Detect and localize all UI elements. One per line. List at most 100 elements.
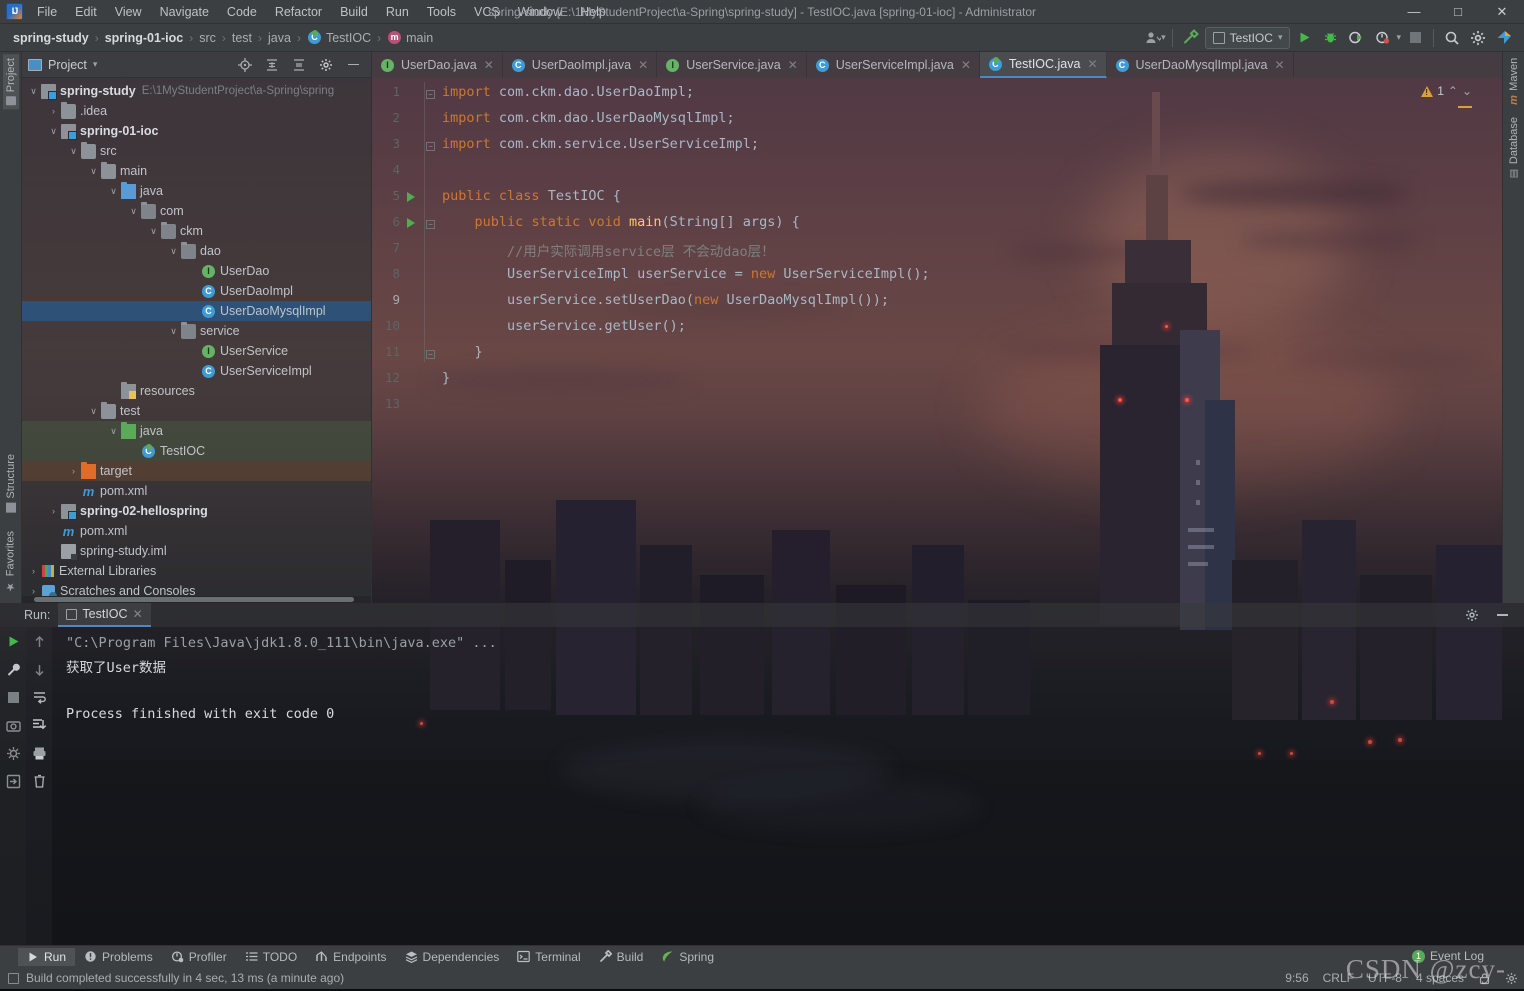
breadcrumb-item-method[interactable]: m main — [382, 29, 438, 47]
run-with-coverage-button[interactable] — [1344, 27, 1368, 49]
tree-node-test[interactable]: ∨ test — [22, 401, 371, 421]
thread-dump-icon[interactable] — [5, 745, 22, 762]
down-arrow-icon[interactable] — [31, 661, 48, 678]
breadcrumb-item-module[interactable]: spring-01-ioc — [100, 29, 189, 47]
code-line[interactable]: //用户实际调用service层 不会动dao层！ — [442, 240, 775, 260]
bottom-tool-window-bar[interactable]: Run Problems Profiler TODO Endpoints Dependen… — [0, 945, 1524, 967]
tree-node-service[interactable]: ∨ service — [22, 321, 371, 341]
tree-node-scratches-and-consoles[interactable]: › Scratches and Consoles — [22, 581, 371, 596]
tree-node-java[interactable]: ∨ java — [22, 421, 371, 441]
caret-position[interactable]: 9:56 — [1285, 971, 1308, 985]
editor-tab-userdao[interactable]: I UserDao.java ✕ — [372, 52, 503, 78]
bottom-tab-endpoints[interactable]: Endpoints — [306, 948, 395, 966]
previous-highlight-icon[interactable]: ⌃ — [1448, 84, 1458, 98]
editor-tab-testioc[interactable]: C TestIOC.java ✕ — [979, 52, 1107, 78]
gear-icon[interactable] — [314, 54, 338, 76]
tool-window-favorites[interactable]: ★ Favorites — [2, 527, 19, 597]
window-controls[interactable]: — □ ✕ — [1392, 0, 1524, 24]
menu-item-build[interactable]: Build — [331, 2, 377, 22]
updates-icon[interactable] — [1492, 27, 1516, 49]
hide-panel-icon[interactable] — [341, 54, 365, 76]
tree-node-userdao[interactable]: I UserDao — [22, 261, 371, 281]
tree-node-com[interactable]: ∨ com — [22, 201, 371, 221]
rerun-icon[interactable] — [5, 633, 22, 650]
close-icon[interactable]: ✕ — [1275, 58, 1285, 72]
settings-gear-icon[interactable] — [1505, 972, 1518, 985]
editor-tab-userdaomysqlimpl[interactable]: C UserDaoMysqlImpl.java ✕ — [1107, 52, 1294, 78]
chevron-down-icon[interactable]: ∨ — [28, 86, 39, 97]
chevron-right-icon[interactable]: › — [68, 466, 79, 477]
chevron-down-icon[interactable]: ∨ — [148, 226, 159, 237]
event-log-button[interactable]: 1 Event Log — [1411, 949, 1484, 963]
bottom-tab-spring[interactable]: Spring — [652, 948, 723, 966]
menu-item-tools[interactable]: Tools — [418, 2, 465, 22]
project-tree-horizontal-scrollbar[interactable] — [22, 596, 371, 603]
chevron-right-icon[interactable]: › — [48, 506, 59, 517]
editor-gutter[interactable]: 1 2 3 4 5 6 7 8 9 10 11 12 13− − − − — [372, 78, 435, 603]
breadcrumb-item-java[interactable]: java — [263, 29, 296, 47]
menu-item-code[interactable]: Code — [218, 2, 266, 22]
menu-item-view[interactable]: View — [106, 2, 151, 22]
editor-tab-userserviceimpl[interactable]: C UserServiceImpl.java ✕ — [807, 52, 980, 78]
close-icon[interactable]: ✕ — [788, 58, 798, 72]
chevron-down-icon[interactable]: ∨ — [168, 326, 179, 337]
tree-node-pom-xml[interactable]: m pom.xml — [22, 481, 371, 501]
close-icon[interactable]: ✕ — [484, 58, 494, 72]
tree-node-java[interactable]: ∨ java — [22, 181, 371, 201]
code-line[interactable]: UserServiceImpl userService = new UserSe… — [442, 266, 930, 282]
breadcrumb-item-test[interactable]: test — [227, 29, 257, 47]
code-line[interactable]: public class TestIOC { — [442, 188, 621, 204]
soft-wrap-icon[interactable] — [31, 689, 48, 706]
tree-node-resources[interactable]: resources — [22, 381, 371, 401]
run-gutter-icon[interactable] — [406, 218, 417, 229]
tree-node-spring-02-hellospring[interactable]: › spring-02-hellospring — [22, 501, 371, 521]
locate-icon[interactable] — [233, 54, 257, 76]
chevron-down-icon[interactable]: ∨ — [128, 206, 139, 217]
profiler-button[interactable] — [1370, 27, 1394, 49]
run-tab-testioc[interactable]: TestIOC ✕ — [58, 603, 151, 627]
breadcrumb-item-src[interactable]: src — [194, 29, 221, 47]
close-icon[interactable]: ✕ — [638, 58, 648, 72]
tool-window-structure[interactable]: Structure — [3, 450, 19, 517]
chevron-down-icon[interactable]: ∨ — [88, 166, 99, 177]
code-line[interactable]: public static void main(String[] args) { — [442, 214, 800, 230]
bottom-tab-build[interactable]: Build — [590, 948, 653, 966]
indent-setting[interactable]: 4 spaces — [1416, 971, 1464, 985]
chevron-down-icon[interactable]: ∨ — [48, 126, 59, 137]
menu-item-refactor[interactable]: Refactor — [266, 2, 331, 22]
build-hammer-icon[interactable] — [1179, 27, 1203, 49]
breadcrumb-item-class[interactable]: C TestIOC — [302, 29, 376, 47]
wrench-settings-icon[interactable] — [5, 661, 22, 678]
close-icon[interactable]: ✕ — [961, 58, 971, 72]
debug-button[interactable] — [1318, 27, 1342, 49]
bottom-tab-todo[interactable]: TODO — [236, 948, 306, 966]
bottom-tab-problems[interactable]: Problems — [75, 948, 162, 966]
print-icon[interactable] — [31, 745, 48, 762]
menu-item-file[interactable]: File — [28, 2, 66, 22]
tree-node-userdaoimpl[interactable]: C UserDaoImpl — [22, 281, 371, 301]
scroll-to-end-icon[interactable] — [31, 717, 48, 734]
menu-bar[interactable]: File Edit View Navigate Code Refactor Bu… — [28, 2, 615, 22]
tree-node-main[interactable]: ∨ main — [22, 161, 371, 181]
tree-node-spring-study-iml[interactable]: spring-study.iml — [22, 541, 371, 561]
main-toolbar[interactable]: ▾ TestIOC ▾ ▾ — [1141, 26, 1524, 49]
search-everywhere-icon[interactable] — [1440, 27, 1464, 49]
code-line[interactable]: } — [442, 344, 483, 360]
tree-node-src[interactable]: ∨ src — [22, 141, 371, 161]
tree-node--idea[interactable]: › .idea — [22, 101, 371, 121]
collapse-all-icon[interactable] — [287, 54, 311, 76]
chevron-down-icon[interactable]: ∨ — [68, 146, 79, 157]
editor-tab-userservice[interactable]: I UserService.java ✕ — [657, 52, 807, 78]
stop-icon[interactable] — [5, 689, 22, 706]
tree-node-spring-01-ioc[interactable]: ∨ spring-01-ioc — [22, 121, 371, 141]
tree-node-ckm[interactable]: ∨ ckm — [22, 221, 371, 241]
chevron-right-icon[interactable]: › — [28, 586, 39, 596]
up-arrow-icon[interactable] — [31, 633, 48, 650]
tree-node-userserviceimpl[interactable]: C UserServiceImpl — [22, 361, 371, 381]
expand-all-icon[interactable] — [260, 54, 284, 76]
stop-button[interactable] — [1403, 27, 1427, 49]
code-editor[interactable]: 1 2 3 4 5 6 7 8 9 10 11 12 13− − − − import com.ckm.dao… — [372, 78, 1502, 603]
code-line[interactable]: } — [442, 370, 450, 386]
breadcrumb-item-project[interactable]: spring-study — [8, 29, 94, 47]
tree-node-userservice[interactable]: I UserService — [22, 341, 371, 361]
